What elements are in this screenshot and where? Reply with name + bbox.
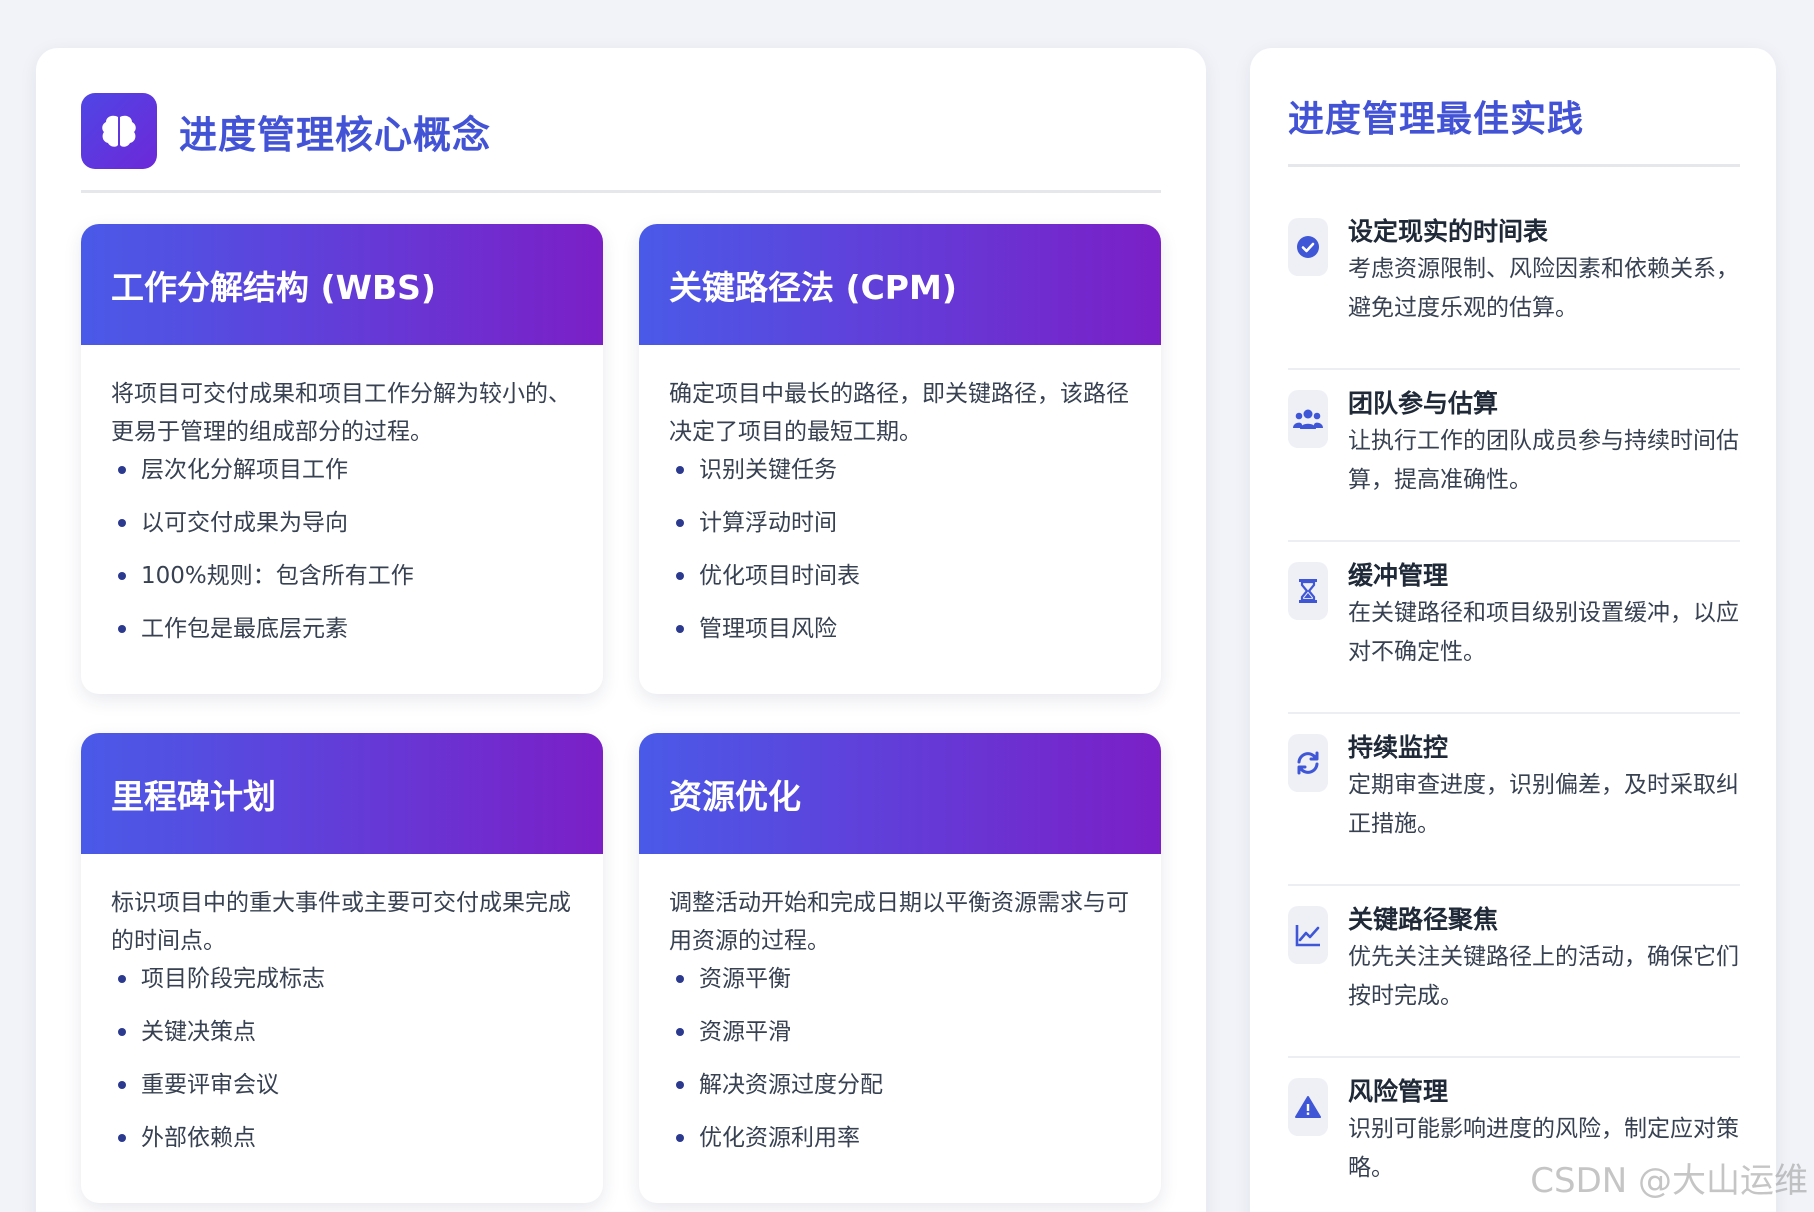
bullet-icon	[676, 466, 684, 474]
card-header: 关键路径法 (CPM)	[639, 224, 1161, 345]
best-practices-title: 进度管理最佳实践	[1288, 99, 1585, 140]
card-description: 调整活动开始和完成日期以平衡资源需求与可用资源的过程。	[669, 890, 1129, 954]
card-title: 关键路径法 (CPM)	[669, 267, 957, 307]
header-divider	[81, 190, 1161, 193]
practice-description: 考虑资源限制、风险因素和依赖关系，避免过度乐观的估算。	[1348, 256, 1739, 321]
practice-item-buffer: 缓冲管理 在关键路径和项目级别设置缓冲，以应对不确定性。	[1288, 542, 1740, 714]
practice-item-realistic-schedule: 设定现实的时间表 考虑资源限制、风险因素和依赖关系，避免过度乐观的估算。	[1288, 198, 1740, 370]
bullet-icon	[118, 466, 126, 474]
bullet-icon	[676, 625, 684, 633]
list-item: 解决资源过度分配	[669, 1066, 1131, 1119]
bullet-icon	[676, 1028, 684, 1036]
core-concepts-panel: 进度管理核心概念 工作分解结构 (WBS) 将项目可交付成果和项目工作分解为较小…	[36, 48, 1206, 1212]
brain-icon	[81, 93, 157, 169]
card-description: 标识项目中的重大事件或主要可交付成果完成的时间点。	[111, 890, 571, 954]
card-header: 工作分解结构 (WBS)	[81, 224, 603, 345]
watermark: CSDN @大山运维	[1530, 1161, 1808, 1201]
title-divider	[1288, 164, 1740, 167]
practice-description: 在关键路径和项目级别设置缓冲，以应对不确定性。	[1348, 600, 1739, 665]
concept-card-cpm: 关键路径法 (CPM) 确定项目中最长的路径，即关键路径，该路径决定了项目的最短…	[639, 224, 1161, 694]
practice-title: 设定现实的时间表	[1348, 217, 1549, 246]
best-practices-panel: 进度管理最佳实践 设定现实的时间表 考虑资源限制、风险因素和依赖关系，避免过度乐…	[1250, 48, 1776, 1212]
list-item: 以可交付成果为导向	[111, 504, 573, 557]
concept-card-milestone: 里程碑计划 标识项目中的重大事件或主要可交付成果完成的时间点。 项目阶段完成标志…	[81, 733, 603, 1203]
hourglass-icon	[1288, 562, 1328, 620]
card-description: 将项目可交付成果和项目工作分解为较小的、更易于管理的组成部分的过程。	[111, 381, 571, 445]
bullet-icon	[118, 1028, 126, 1036]
practice-title: 持续监控	[1348, 733, 1449, 762]
concept-card-resource: 资源优化 调整活动开始和完成日期以平衡资源需求与可用资源的过程。 资源平衡 资源…	[639, 733, 1161, 1203]
list-item: 计算浮动时间	[669, 504, 1131, 557]
list-item: 优化项目时间表	[669, 557, 1131, 610]
list-item: 识别关键任务	[669, 451, 1131, 504]
card-title: 里程碑计划	[111, 776, 276, 816]
card-list: 资源平衡 资源平滑 解决资源过度分配 优化资源利用率	[669, 960, 1131, 1172]
list-item: 资源平滑	[669, 1013, 1131, 1066]
practice-title: 团队参与估算	[1348, 389, 1499, 418]
card-header: 资源优化	[639, 733, 1161, 854]
core-concepts-header: 进度管理核心概念	[81, 93, 491, 169]
list-item: 层次化分解项目工作	[111, 451, 573, 504]
practice-title: 关键路径聚焦	[1348, 905, 1499, 934]
list-item: 重要评审会议	[111, 1066, 573, 1119]
practice-item-critical-path: 关键路径聚焦 优先关注关键路径上的活动，确保它们按时完成。	[1288, 886, 1740, 1058]
card-list: 识别关键任务 计算浮动时间 优化项目时间表 管理项目风险	[669, 451, 1131, 663]
practice-title: 风险管理	[1348, 1077, 1449, 1106]
card-title: 工作分解结构 (WBS)	[111, 267, 436, 307]
bullet-icon	[676, 1081, 684, 1089]
list-item: 资源平衡	[669, 960, 1131, 1013]
practice-title: 缓冲管理	[1348, 561, 1449, 590]
bullet-icon	[118, 625, 126, 633]
chart-line-icon	[1288, 906, 1328, 964]
card-list: 项目阶段完成标志 关键决策点 重要评审会议 外部依赖点	[111, 960, 573, 1172]
bullet-icon	[118, 1134, 126, 1142]
bullet-icon	[118, 1081, 126, 1089]
bullet-icon	[676, 1134, 684, 1142]
page-title: 进度管理核心概念	[179, 112, 492, 157]
bullet-icon	[118, 519, 126, 527]
list-item: 项目阶段完成标志	[111, 960, 573, 1013]
warning-icon	[1288, 1078, 1328, 1136]
list-item: 工作包是最底层元素	[111, 610, 573, 663]
list-item: 外部依赖点	[111, 1119, 573, 1172]
practice-description: 定期审查进度，识别偏差，及时采取纠正措施。	[1348, 772, 1739, 837]
sync-icon	[1288, 734, 1328, 792]
check-circle-icon	[1288, 218, 1328, 276]
practice-description: 优先关注关键路径上的活动，确保它们按时完成。	[1348, 944, 1739, 1009]
bullet-icon	[676, 975, 684, 983]
bullet-icon	[118, 975, 126, 983]
card-header: 里程碑计划	[81, 733, 603, 854]
list-item: 关键决策点	[111, 1013, 573, 1066]
concept-card-wbs: 工作分解结构 (WBS) 将项目可交付成果和项目工作分解为较小的、更易于管理的组…	[81, 224, 603, 694]
card-title: 资源优化	[669, 776, 801, 816]
list-item: 优化资源利用率	[669, 1119, 1131, 1172]
bullet-icon	[676, 519, 684, 527]
practice-item-team-estimation: 团队参与估算 让执行工作的团队成员参与持续时间估算，提高准确性。	[1288, 370, 1740, 542]
list-item: 管理项目风险	[669, 610, 1131, 663]
practice-description: 让执行工作的团队成员参与持续时间估算，提高准确性。	[1348, 428, 1739, 493]
card-list: 层次化分解项目工作 以可交付成果为导向 100%规则：包含所有工作 工作包是最底…	[111, 451, 573, 663]
practice-item-monitoring: 持续监控 定期审查进度，识别偏差，及时采取纠正措施。	[1288, 714, 1740, 886]
bullet-icon	[118, 572, 126, 580]
bullet-icon	[676, 572, 684, 580]
users-icon	[1288, 390, 1328, 448]
list-item: 100%规则：包含所有工作	[111, 557, 573, 610]
card-description: 确定项目中最长的路径，即关键路径，该路径决定了项目的最短工期。	[669, 381, 1129, 445]
